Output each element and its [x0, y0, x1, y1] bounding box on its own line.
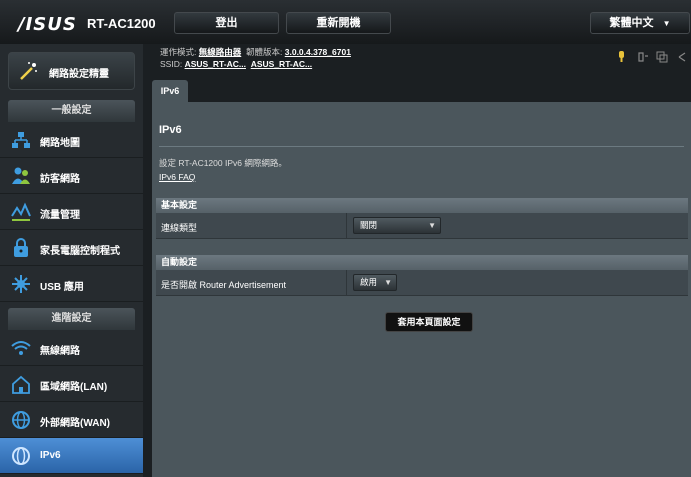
language-select[interactable]: 繁體中文 ▼ [590, 12, 690, 34]
ipv6-faq-link[interactable]: IPv6 FAQ [159, 172, 195, 182]
ssid-5g[interactable]: ASUS_RT-AC... [251, 59, 312, 69]
network-map-icon [12, 132, 30, 148]
sidebar-item-label: 訪客網路 [40, 174, 80, 185]
sidebar-item-label: 外部網路(WAN) [40, 418, 110, 429]
sidebar-item-label: 流量管理 [40, 210, 80, 221]
model-name: RT-AC1200 [87, 16, 156, 31]
sidebar-item-lan[interactable]: 區域網路(LAN) [0, 366, 143, 402]
guest-network-icon [12, 167, 30, 184]
sidebar-item-label: 無線網路 [40, 346, 80, 357]
main-panel: IPv6 設定 RT-AC1200 IPv6 網際網路。 IPv6 FAQ 基本… [152, 102, 691, 477]
mode-label: 運作模式: [160, 47, 197, 57]
connection-type-label: 連線類型 [161, 223, 198, 233]
usb-icon [12, 275, 30, 293]
title-divider [159, 146, 684, 147]
ssid-2g[interactable]: ASUS_RT-AC... [185, 59, 246, 69]
sidebar-item-guest-network[interactable]: 訪客網路 [0, 158, 143, 194]
client-status-icon [656, 51, 668, 63]
magic-wand-icon [20, 62, 37, 80]
advanced-section-header: 進階設定 [8, 308, 135, 330]
tab-ipv6[interactable]: IPv6 [152, 80, 188, 102]
usb-status-icon [638, 52, 648, 62]
router-advertisement-label: 是否開啟 Router Advertisement [161, 280, 287, 290]
status-info: 運作模式: 無線路由器 韌體版本: 3.0.0.4.378_6701 SSID:… [158, 44, 691, 80]
router-advertisement-select[interactable]: 啟用 ▼ [353, 274, 397, 291]
connection-type-select[interactable]: 關閉 ▼ [353, 217, 441, 234]
sidebar-item-network-map[interactable]: 網路地圖 [0, 122, 143, 158]
router-admin-page: /ISUS RT-AC1200 登出 重新開機 繁體中文 ▼ 運作模式: 無線路… [0, 0, 691, 477]
sidebar-item-usb[interactable]: USB 應用 [0, 266, 143, 302]
brand-logo: /ISUS [18, 14, 77, 35]
top-bar: /ISUS RT-AC1200 登出 重新開機 繁體中文 ▼ [0, 0, 691, 44]
share-icon [678, 52, 686, 62]
sidebar-item-parental-control[interactable]: 家長電腦控制程式 [0, 230, 143, 266]
page-description: 設定 RT-AC1200 IPv6 網際網路。 [159, 158, 287, 168]
sidebar-item-label: 網路地圖 [40, 138, 80, 149]
sidebar-item-label: 家長電腦控制程式 [40, 246, 120, 257]
connection-type-value: 關閉 [360, 220, 378, 230]
router-advertisement-value: 啟用 [360, 277, 378, 287]
auto-config-header: 自動設定 [156, 255, 688, 270]
general-section-header: 一般設定 [8, 100, 135, 122]
wps-icon [619, 51, 624, 62]
sidebar: 網路設定精靈 一般設定 網路地圖 訪客網路 流量管理 家長電腦控制程式 USB … [0, 44, 143, 477]
mode-link[interactable]: 無線路由器 [199, 47, 242, 57]
sidebar-item-traffic-manager[interactable]: 流量管理 [0, 194, 143, 230]
ipv6-icon [12, 447, 30, 465]
chevron-down-icon: ▼ [662, 19, 671, 28]
firmware-link[interactable]: 3.0.0.4.378_6701 [285, 47, 351, 57]
row-divider [346, 213, 347, 239]
traffic-manager-icon [11, 202, 31, 221]
page-title: IPv6 [159, 124, 182, 136]
logout-button[interactable]: 登出 [174, 12, 279, 34]
quick-setup-button[interactable]: 網路設定精靈 [8, 52, 135, 90]
lan-icon [12, 375, 30, 394]
basic-config-header: 基本設定 [156, 198, 688, 213]
language-label: 繁體中文 [609, 17, 654, 29]
sidebar-item-wan[interactable]: 外部網路(WAN) [0, 402, 143, 438]
parental-control-icon [14, 238, 28, 257]
row-divider [346, 270, 347, 296]
firmware-label: 韌體版本: [246, 47, 283, 57]
quick-setup-label: 網路設定精靈 [49, 69, 109, 80]
wan-icon [12, 411, 30, 429]
ssid-label: SSID: [160, 59, 183, 69]
apply-button[interactable]: 套用本頁面設定 [385, 312, 473, 332]
connection-type-row: 連線類型 關閉 ▼ [156, 213, 688, 239]
reboot-button[interactable]: 重新開機 [286, 12, 391, 34]
sidebar-item-label: 區域網路(LAN) [40, 382, 108, 393]
sidebar-item-ipv6[interactable]: IPv6 [0, 438, 143, 474]
status-icon-row [619, 51, 686, 63]
chevron-down-icon: ▼ [428, 221, 436, 230]
sidebar-item-label: IPv6 [40, 450, 61, 461]
sidebar-item-wireless[interactable]: 無線網路 [0, 330, 143, 366]
router-advertisement-row: 是否開啟 Router Advertisement 啟用 ▼ [156, 270, 688, 296]
wireless-icon [11, 341, 31, 355]
sidebar-item-label: USB 應用 [40, 282, 84, 293]
status-icons [617, 50, 687, 66]
chevron-down-icon: ▼ [384, 278, 392, 287]
